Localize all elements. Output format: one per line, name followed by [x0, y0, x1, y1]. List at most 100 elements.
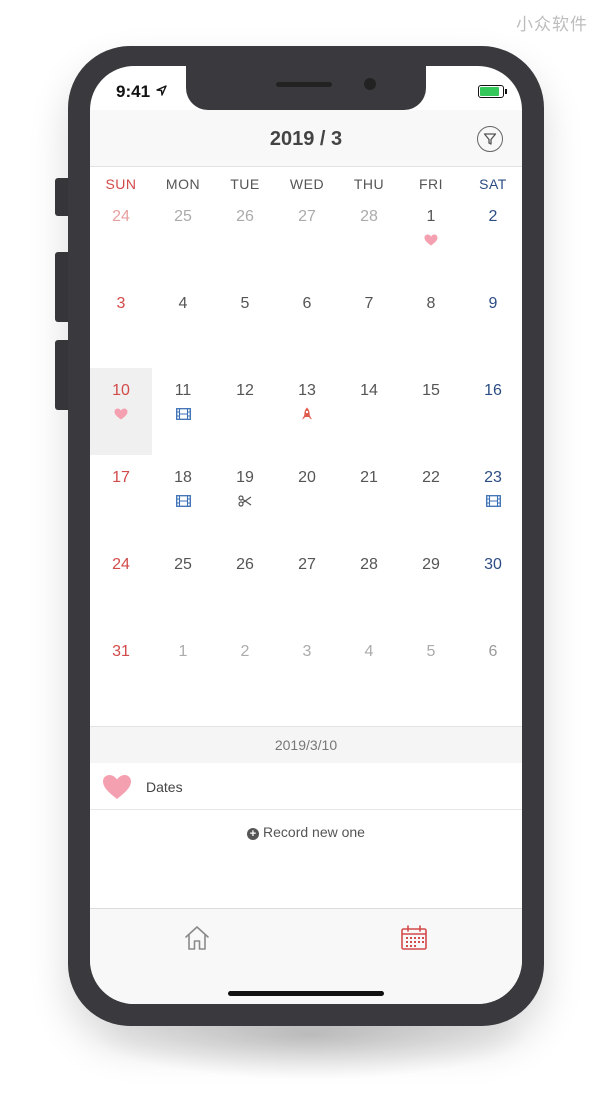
- day-number: 20: [298, 469, 316, 486]
- weekday-wed: WED: [289, 176, 325, 192]
- rocket-icon: [299, 406, 315, 422]
- app-screen: 9:41 2019 / 3 SUN MON TUE WED THU FRI SAT 24 25…: [90, 66, 522, 1004]
- weekday-tue: TUE: [230, 176, 260, 192]
- day-number: 26: [236, 556, 254, 573]
- calendar-day[interactable]: 16: [462, 368, 522, 455]
- calendar-day[interactable]: 24: [90, 194, 152, 281]
- battery-icon: [478, 85, 507, 98]
- calendar-day[interactable]: 27: [276, 542, 338, 629]
- day-number: 15: [422, 382, 440, 399]
- day-number: 3: [302, 643, 312, 660]
- scissors-icon: [237, 493, 253, 509]
- day-number: 6: [488, 643, 498, 660]
- heart-icon: [423, 232, 439, 248]
- calendar-day[interactable]: 2: [214, 629, 276, 716]
- record-item[interactable]: Dates: [90, 763, 522, 810]
- record-new-label: Record new one: [263, 824, 365, 840]
- status-time: 9:41: [116, 82, 151, 101]
- calendar-day[interactable]: 14: [338, 368, 400, 455]
- film-icon: [485, 493, 501, 509]
- calendar-day[interactable]: 21: [338, 455, 400, 542]
- film-icon: [175, 493, 191, 509]
- calendar-day[interactable]: 8: [400, 281, 462, 368]
- heart-icon: [103, 775, 131, 799]
- calendar-header: 2019 / 3: [90, 110, 522, 167]
- calendar-day[interactable]: 23: [462, 455, 522, 542]
- calendar-day[interactable]: 27: [276, 194, 338, 281]
- calendar-day[interactable]: 24: [90, 542, 152, 629]
- calendar-day[interactable]: 19: [214, 455, 276, 542]
- calendar-day[interactable]: 25: [152, 194, 214, 281]
- calendar-icon[interactable]: [399, 923, 429, 953]
- calendar-day[interactable]: 30: [462, 542, 522, 629]
- calendar-day[interactable]: 11: [152, 368, 214, 455]
- film-icon: [175, 406, 191, 422]
- day-number: 27: [298, 208, 316, 225]
- calendar-day[interactable]: 3: [276, 629, 338, 716]
- calendar-grid: 24 25 26 27 28 1 2 3 4 5 6 7 8 9 10 11 12 13 14 15 16 17 18 19 2…: [90, 194, 522, 726]
- filter-button[interactable]: [477, 126, 503, 152]
- calendar-day[interactable]: 29: [400, 542, 462, 629]
- weekday-sun: SUN: [105, 176, 137, 192]
- day-number: 4: [178, 295, 188, 312]
- calendar-day[interactable]: 5: [214, 281, 276, 368]
- day-number: 11: [174, 382, 192, 399]
- calendar-day[interactable]: 2: [462, 194, 522, 281]
- calendar-day[interactable]: 7: [338, 281, 400, 368]
- day-number: 18: [174, 469, 192, 486]
- calendar-day[interactable]: 31: [90, 629, 152, 716]
- notch: [186, 66, 426, 110]
- day-number: 5: [426, 643, 436, 660]
- home-icon[interactable]: [182, 923, 212, 953]
- day-number: 23: [484, 469, 502, 486]
- calendar-day[interactable]: 26: [214, 194, 276, 281]
- calendar-day[interactable]: 28: [338, 542, 400, 629]
- location-arrow-icon: [156, 85, 167, 96]
- record-new-button[interactable]: + Record new one: [90, 824, 522, 840]
- day-number: 30: [484, 556, 502, 573]
- month-title: 2019 / 3: [269, 128, 343, 150]
- day-number: 1: [178, 643, 188, 660]
- front-camera: [364, 78, 376, 90]
- day-number: 4: [364, 643, 374, 660]
- day-number: 13: [298, 382, 316, 399]
- calendar-day[interactable]: 13: [276, 368, 338, 455]
- day-number: 17: [112, 469, 130, 486]
- calendar-day[interactable]: 6: [276, 281, 338, 368]
- calendar-day[interactable]: 5: [400, 629, 462, 716]
- calendar-day[interactable]: 28: [338, 194, 400, 281]
- calendar-day[interactable]: 15: [400, 368, 462, 455]
- day-number: 28: [360, 556, 378, 573]
- calendar-day[interactable]: 25: [152, 542, 214, 629]
- calendar-day[interactable]: 4: [152, 281, 214, 368]
- calendar-day[interactable]: 9: [462, 281, 522, 368]
- calendar-day[interactable]: 12: [214, 368, 276, 455]
- record-label: Dates: [146, 779, 183, 795]
- day-number: 2: [240, 643, 250, 660]
- weekday-fri: FRI: [418, 176, 444, 192]
- calendar-day[interactable]: 1: [152, 629, 214, 716]
- day-number: 1: [426, 208, 436, 225]
- calendar-day[interactable]: 1: [400, 194, 462, 281]
- calendar-day[interactable]: 20: [276, 455, 338, 542]
- day-number: 8: [426, 295, 436, 312]
- calendar-day[interactable]: 3: [90, 281, 152, 368]
- selected-date-bar: 2019/3/10: [90, 726, 522, 763]
- calendar-day[interactable]: 18: [152, 455, 214, 542]
- calendar-day[interactable]: 22: [400, 455, 462, 542]
- weekday-header-row: SUN MON TUE WED THU FRI SAT: [90, 176, 522, 194]
- watermark: 小众软件: [516, 15, 588, 35]
- calendar-day[interactable]: 26: [214, 542, 276, 629]
- home-indicator: [228, 991, 384, 996]
- day-number: 10: [112, 382, 130, 399]
- calendar-day[interactable]: 17: [90, 455, 152, 542]
- calendar-day[interactable]: 10: [90, 368, 152, 455]
- plus-circle-icon: +: [247, 828, 260, 840]
- day-number: 24: [112, 208, 130, 225]
- day-number: 21: [360, 469, 378, 486]
- day-number: 25: [174, 208, 192, 225]
- calendar-day[interactable]: 4: [338, 629, 400, 716]
- calendar-day[interactable]: 6: [462, 629, 522, 716]
- filter-icon: [483, 133, 497, 145]
- day-number: 3: [116, 295, 126, 312]
